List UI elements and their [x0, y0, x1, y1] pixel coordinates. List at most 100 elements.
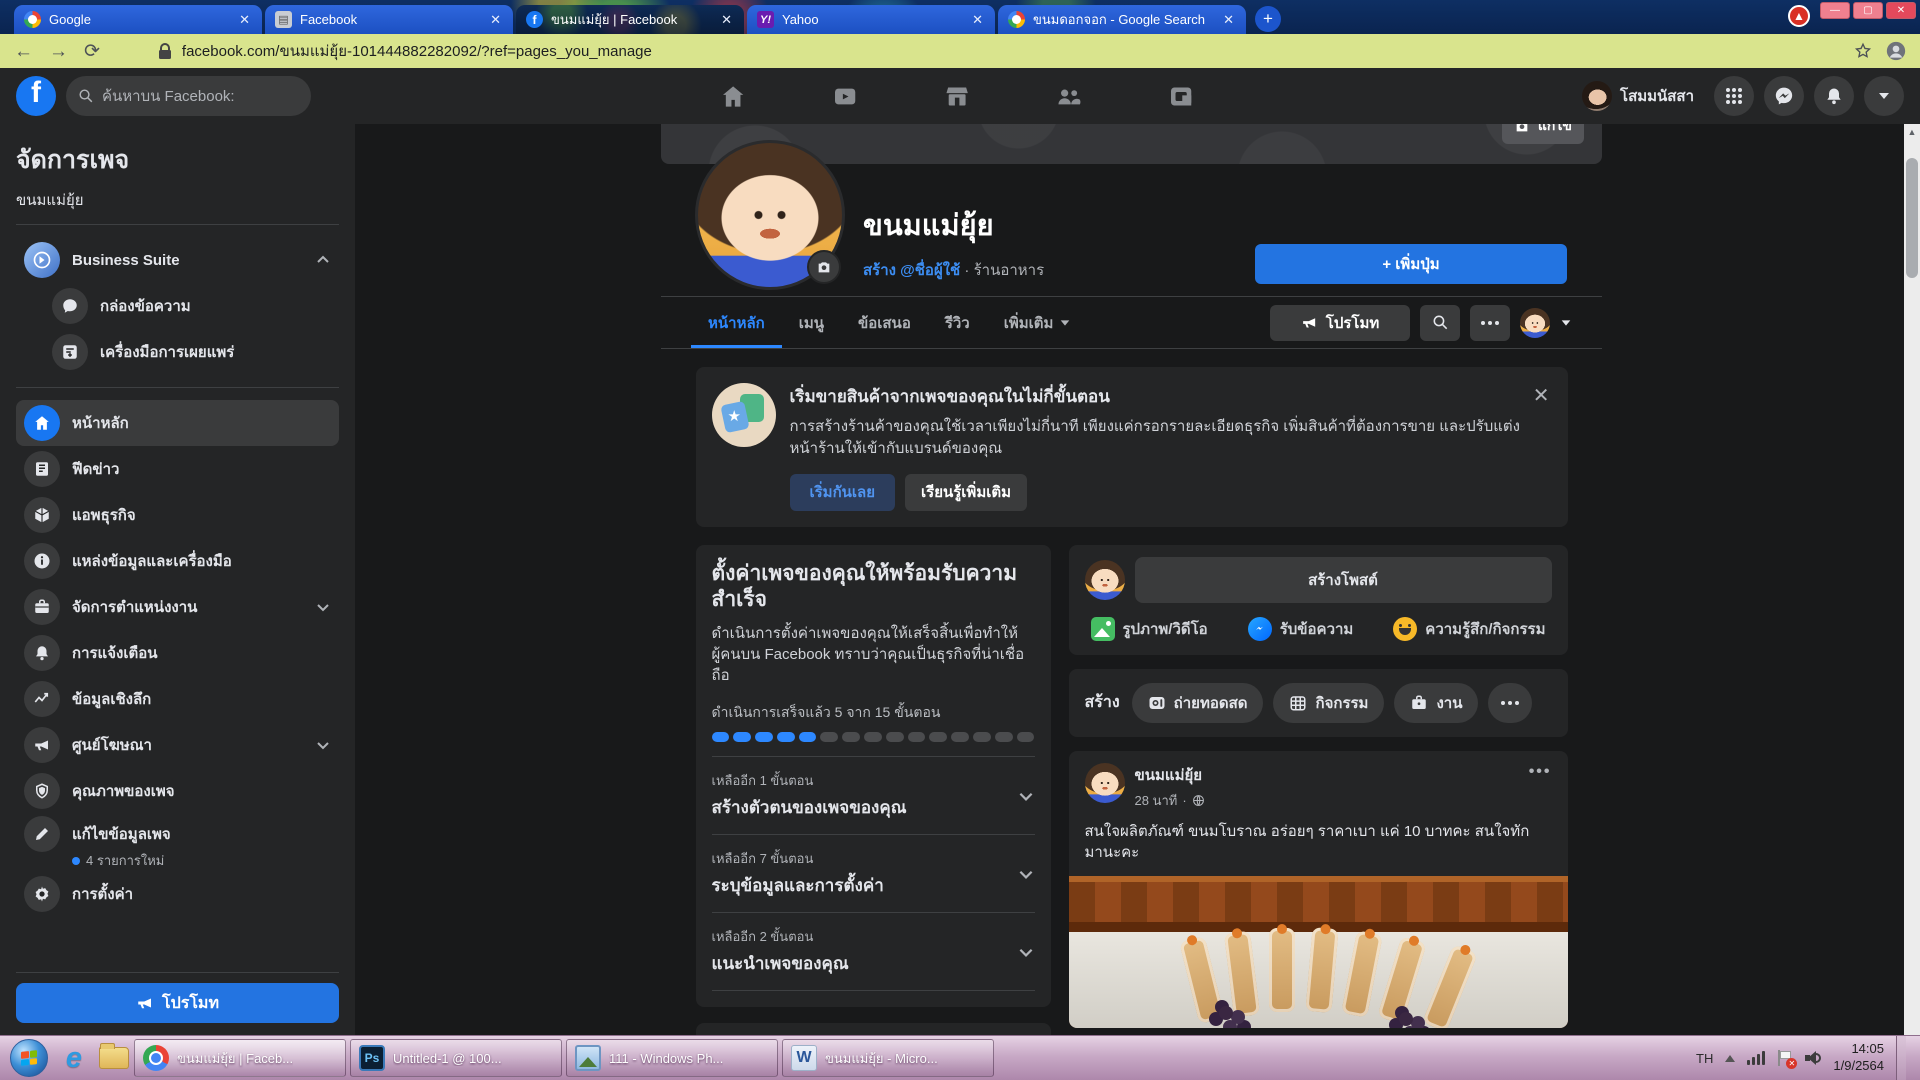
photo-video-button[interactable]: รูปภาพ/วิดีโอ [1091, 617, 1208, 641]
internet-explorer-button[interactable]: e [54, 1039, 94, 1077]
taskbar-photo-viewer-button[interactable]: 111 - Windows Ph... [566, 1039, 778, 1077]
sidebar-item-resources-tools[interactable]: แหล่งข้อมูลและเครื่องมือ [16, 538, 339, 584]
show-desktop-button[interactable] [1896, 1036, 1906, 1080]
add-button-button[interactable]: + เพิ่มปุ่ม [1255, 244, 1567, 284]
taskbar-word-button[interactable]: W ขนมแม่ยุ้ย - Micro... [782, 1039, 994, 1077]
tab-home[interactable]: หน้าหลัก [691, 297, 782, 348]
composer-avatar[interactable] [1085, 560, 1125, 600]
switch-profile-avatar[interactable] [1520, 308, 1550, 338]
start-button[interactable] [10, 1039, 48, 1077]
sidebar-item-notifications[interactable]: การแจ้งเตือน [16, 630, 339, 676]
menu-grid-icon[interactable] [1714, 76, 1754, 116]
cover-edit-button[interactable]: แก้ไข [1502, 124, 1584, 144]
page-search-button[interactable] [1420, 305, 1460, 341]
sidebar-item-business-apps[interactable]: แอพธุรกิจ [16, 492, 339, 538]
post-time[interactable]: 28 นาที [1135, 790, 1178, 811]
chevron-down-icon[interactable] [1017, 943, 1035, 961]
learn-more-button[interactable]: เรียนรู้เพิ่มเติม [905, 474, 1027, 511]
browser-profile-icon[interactable] [1886, 41, 1906, 61]
chevron-down-icon[interactable] [1560, 317, 1572, 329]
create-more-button[interactable] [1488, 683, 1532, 723]
get-messages-button[interactable]: รับข้อความ [1248, 617, 1354, 641]
watch-nav-icon[interactable] [789, 83, 901, 110]
scroll-thumb[interactable] [1906, 158, 1918, 278]
sidebar-item-news-feed[interactable]: ฟีดข่าว [16, 446, 339, 492]
setup-step-identity[interactable]: เหลืออีก 1 ขั้นตอน สร้างตัวตนของเพจของคุ… [712, 757, 1035, 835]
tab-close-icon[interactable]: ✕ [1221, 12, 1236, 28]
sidebar-item-inbox[interactable]: กล่องข้อความ [16, 283, 339, 329]
hidden-icons-icon[interactable] [1725, 1055, 1735, 1062]
get-started-button[interactable]: เริ่มกันเลย [790, 474, 896, 511]
create-username-link[interactable]: สร้าง @ชื่อผู้ใช้ [863, 262, 960, 279]
sidebar-item-settings[interactable]: การตั้งค่า [16, 871, 339, 917]
sidebar-item-manage-jobs[interactable]: จัดการตำแหน่งงาน [16, 584, 339, 630]
chevron-down-icon[interactable] [1017, 865, 1035, 883]
taskbar-chrome-button[interactable]: ขนมแม่ยุ้ย | Faceb... [134, 1039, 346, 1077]
minimize-button[interactable]: — [1820, 2, 1850, 19]
post-author-avatar[interactable] [1085, 763, 1125, 803]
account-caret-icon[interactable] [1864, 76, 1904, 116]
volume-icon[interactable] [1805, 1051, 1821, 1065]
action-center-flag-icon[interactable]: ✕ [1777, 1050, 1793, 1066]
post-author-name[interactable]: ขนมแม่ยุ้ย [1135, 763, 1205, 787]
sidebar-item-edit-page-info[interactable]: แก้ไขข้อมูลเพจ [16, 814, 339, 854]
job-button[interactable]: งาน [1394, 683, 1478, 723]
home-nav-icon[interactable] [677, 83, 789, 110]
bookmark-star-icon[interactable] [1854, 42, 1872, 60]
groups-nav-icon[interactable] [1013, 83, 1125, 110]
gaming-nav-icon[interactable] [1125, 83, 1237, 110]
sidebar-item-page-quality[interactable]: คุณภาพของเพจ [16, 768, 339, 814]
browser-tab-facebook[interactable]: ▤ Facebook ✕ [265, 5, 513, 34]
browser-tab-google[interactable]: Google ✕ [14, 5, 262, 34]
url-field[interactable]: facebook.com/ขนมแม่ยุ้ย-101444882282092/… [116, 39, 1838, 63]
messenger-icon[interactable] [1764, 76, 1804, 116]
live-video-button[interactable]: ถ่ายทอดสด [1132, 683, 1264, 723]
event-button[interactable]: กิจกรรม [1273, 683, 1384, 723]
browser-tab-yahoo[interactable]: Y! Yahoo ✕ [747, 5, 995, 34]
sidebar-item-ad-center[interactable]: ศูนย์โฆษณา [16, 722, 339, 768]
page-scrollbar[interactable]: ▲ [1904, 124, 1920, 1035]
file-explorer-button[interactable] [94, 1039, 134, 1077]
back-icon[interactable]: ← [14, 42, 33, 61]
facebook-search[interactable] [66, 76, 311, 116]
browser-tab-search[interactable]: ขนมดอกจอก - Google Search ✕ [998, 5, 1246, 34]
tab-close-icon[interactable]: ✕ [237, 12, 252, 28]
page-more-button[interactable] [1470, 305, 1510, 341]
tab-more[interactable]: เพิ่มเติม [987, 297, 1089, 348]
network-signal-icon[interactable] [1747, 1051, 1765, 1065]
setup-step-info[interactable]: เหลืออีก 7 ขั้นตอน ระบุข้อมูลและการตั้งค… [712, 835, 1035, 913]
tab-offers[interactable]: ข้อเสนอ [841, 297, 928, 348]
sidebar-item-insights[interactable]: ข้อมูลเชิงลึก [16, 676, 339, 722]
sidebar-item-publishing-tools[interactable]: เครื่องมือการเผยแพร่ [16, 329, 339, 375]
close-button[interactable]: ✕ [1886, 2, 1916, 19]
page-promote-button[interactable]: โปรโมท [1270, 305, 1410, 341]
tab-reviews[interactable]: รีวิว [928, 297, 987, 348]
setup-step-introduce[interactable]: เหลืออีก 2 ขั้นตอน แนะนำเพจของคุณ [712, 913, 1035, 991]
create-post-input[interactable]: สร้างโพสต์ [1135, 557, 1552, 603]
sidebar-promote-button[interactable]: โปรโมท [16, 983, 339, 1023]
post-photo[interactable] [1069, 876, 1568, 1028]
facebook-logo[interactable]: f [16, 76, 56, 116]
extension-badge-icon[interactable]: ▲ [1788, 5, 1810, 27]
tab-close-icon[interactable]: ✕ [970, 12, 985, 28]
header-profile[interactable]: โสมมนัสสา [1578, 77, 1704, 115]
new-tab-button[interactable]: + [1255, 6, 1281, 32]
taskbar-photoshop-button[interactable]: Ps Untitled-1 @ 100... [350, 1039, 562, 1077]
tab-close-icon[interactable]: ✕ [488, 12, 503, 28]
tab-close-icon[interactable]: ✕ [719, 12, 734, 28]
search-input[interactable] [102, 88, 282, 105]
scroll-up-icon[interactable]: ▲ [1904, 124, 1920, 140]
notifications-bell-icon[interactable] [1814, 76, 1854, 116]
sidebar-item-home[interactable]: หน้าหลัก [16, 400, 339, 446]
browser-tab-active-page[interactable]: f ขนมแม่ยุ้ย | Facebook ✕ [516, 5, 744, 34]
feeling-activity-button[interactable]: ความรู้สึก/กิจกรรม [1393, 617, 1545, 641]
avatar-camera-button[interactable] [807, 250, 841, 284]
reload-icon[interactable]: ⟳ [84, 42, 100, 61]
marketplace-nav-icon[interactable] [901, 83, 1013, 110]
taskbar-clock[interactable]: 14:05 1/9/2564 [1833, 1041, 1884, 1075]
language-indicator[interactable]: TH [1696, 1051, 1713, 1066]
forward-icon[interactable]: → [49, 42, 68, 61]
maximize-button[interactable]: ▢ [1853, 2, 1883, 19]
chevron-down-icon[interactable] [1017, 787, 1035, 805]
banner-close-icon[interactable]: ✕ [1533, 383, 1550, 408]
